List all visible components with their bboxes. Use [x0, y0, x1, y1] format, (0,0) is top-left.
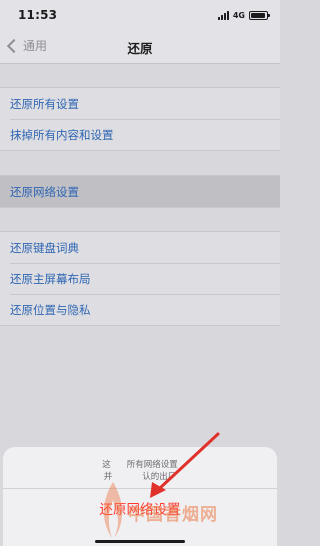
annotation-arrow-icon: [150, 432, 220, 498]
watermark-flame-icon: [103, 482, 123, 538]
home-indicator: [95, 540, 185, 543]
watermark-text: 中国香烟网: [128, 505, 218, 525]
